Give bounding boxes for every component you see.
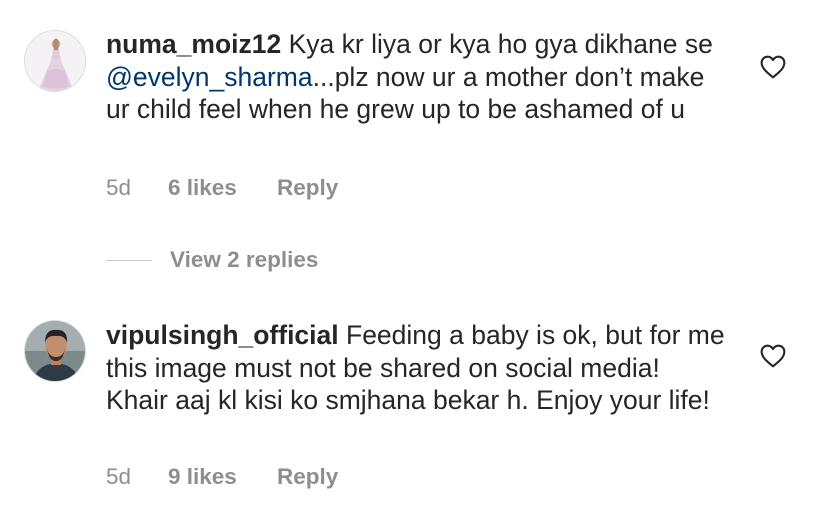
- replies-divider: [106, 259, 152, 261]
- comment-username[interactable]: vipulsingh_official: [106, 320, 339, 350]
- heart-outline-icon[interactable]: [760, 55, 786, 79]
- comment-text: numa_moiz12 Kya kr liya or kya ho gya di…: [106, 28, 726, 126]
- comment-time: 5d: [106, 464, 132, 489]
- comment-username[interactable]: numa_moiz12: [106, 29, 281, 59]
- comment-meta: 5d 9 likes Reply: [106, 462, 338, 492]
- heart-outline-icon[interactable]: [760, 344, 786, 368]
- comment-time: 5d: [106, 175, 132, 200]
- avatar[interactable]: [24, 320, 86, 382]
- view-replies-button[interactable]: View 2 replies: [106, 244, 318, 276]
- comment-body-start: Kya kr liya or kya ho gya dikhane se: [281, 29, 713, 59]
- avatar[interactable]: [24, 30, 86, 92]
- reply-button[interactable]: Reply: [277, 464, 338, 490]
- mention-link[interactable]: @evelyn_sharma: [106, 62, 313, 92]
- likes-count-button[interactable]: 6 likes: [168, 175, 277, 201]
- view-replies-label: View 2 replies: [170, 247, 319, 272]
- comment-text: vipulsingh_official Feeding a baby is ok…: [106, 319, 726, 417]
- avatar-image: [25, 321, 85, 381]
- comment-2: vipulsingh_official Feeding a baby is ok…: [0, 290, 828, 512]
- likes-count-button[interactable]: 9 likes: [168, 464, 277, 490]
- comment-meta: 5d 6 likes Reply: [106, 173, 338, 203]
- reply-button[interactable]: Reply: [277, 175, 338, 201]
- comment-1: numa_moiz12 Kya kr liya or kya ho gya di…: [0, 0, 828, 272]
- avatar-image: [25, 31, 85, 91]
